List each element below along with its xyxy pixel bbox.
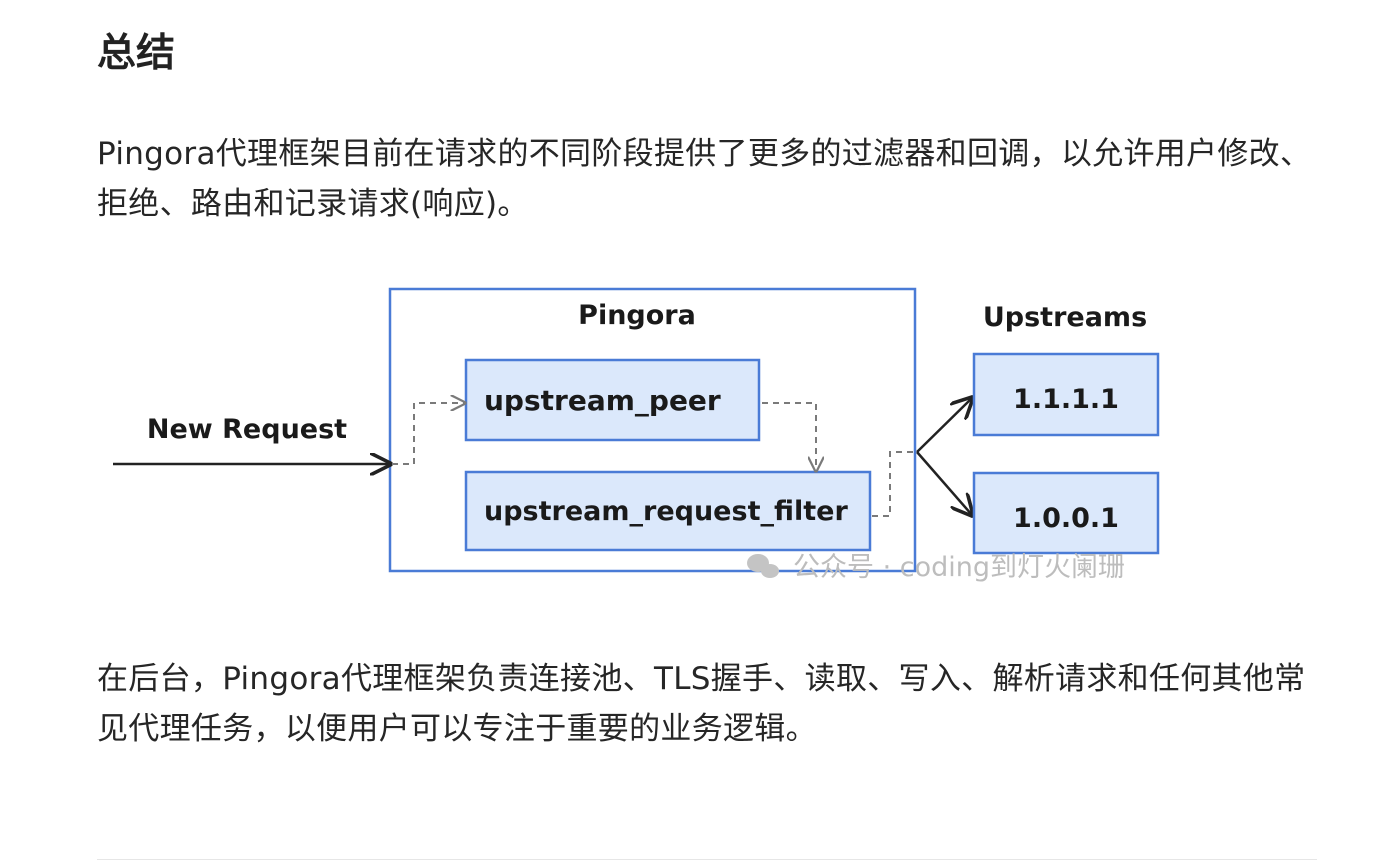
upstream-request-filter-label: upstream_request_filter (484, 496, 848, 527)
section-heading: 总结 (97, 31, 176, 76)
pingora-label: Pingora (578, 300, 696, 331)
section-divider (97, 859, 1317, 860)
upstreams-label: Upstreams (983, 302, 1147, 333)
new-request-label: New Request (147, 414, 347, 445)
background-paragraph: 在后台，Pingora代理框架负责连接池、TLS握手、读取、写入、解析请求和任何… (97, 661, 1306, 747)
intro-paragraph: Pingora代理框架目前在请求的不同阶段提供了更多的过滤器和回调，以允许用户修… (97, 136, 1312, 222)
pingora-flow-diagram: Pingora upstream_peer upstream_request_f… (100, 278, 1200, 598)
wechat-watermark: 公众号 · coding到灯火阑珊 (747, 552, 1125, 583)
upstream-peer-label: upstream_peer (484, 384, 721, 417)
arrow-to-upstream-2 (916, 451, 972, 515)
upstream-2-label: 1.0.0.1 (1013, 503, 1119, 534)
upstream-1-label: 1.1.1.1 (1013, 384, 1119, 415)
arrow-to-upstream-1 (916, 398, 972, 453)
watermark-text: 公众号 · coding到灯火阑珊 (793, 552, 1125, 583)
